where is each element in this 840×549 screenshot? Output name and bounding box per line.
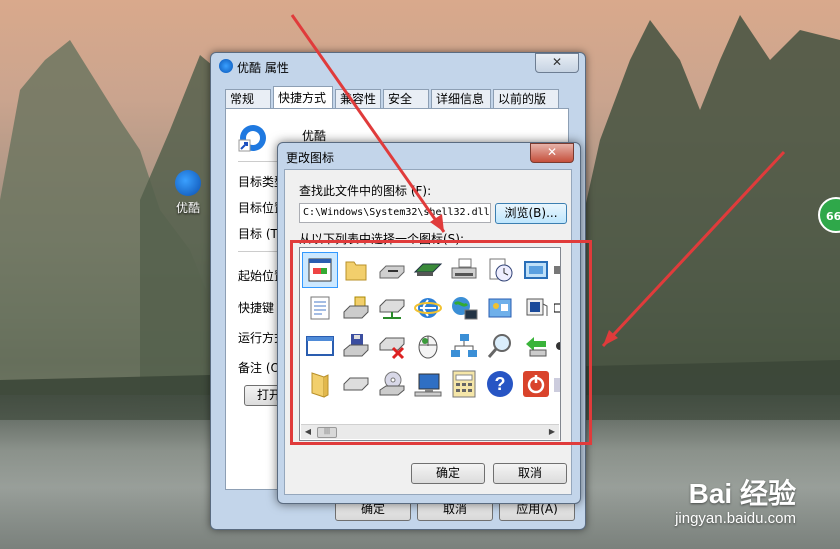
tab-general[interactable]: 常规 (225, 89, 271, 108)
properties-window-title: 优酷 属性 (237, 61, 289, 75)
watermark-url: jingyan.baidu.com (675, 510, 796, 527)
change-icon-title: 更改图标 (286, 151, 335, 165)
divider (238, 161, 278, 162)
tab-previous-versions[interactable]: 以前的版本 (493, 89, 559, 125)
youku-shortcut-icon (238, 125, 266, 152)
browse-button[interactable]: 浏览(B)... (495, 203, 567, 224)
desktop-shortcut-youku[interactable]: 优酷 (166, 170, 210, 216)
label-shortcut-key: 快捷键 (238, 301, 275, 315)
annotation-highlight-box (290, 240, 592, 445)
baidu-jingyan-logo: Bai 经验 (688, 478, 796, 509)
change-icon-close-button[interactable]: ✕ (530, 143, 574, 163)
properties-close-button[interactable]: ✕ (535, 53, 579, 73)
tab-shortcut[interactable]: 快捷方式 (273, 86, 333, 109)
change-icon-ok-button[interactable]: 确定 (411, 463, 485, 484)
label-target: 目标 (T (238, 227, 278, 241)
youku-title-icon (219, 59, 233, 73)
tab-security[interactable]: 安全 (383, 89, 429, 108)
label-comment: 备注 (O (238, 361, 280, 375)
change-icon-cancel-button[interactable]: 取消 (493, 463, 567, 484)
youku-app-icon (175, 170, 201, 196)
tab-details[interactable]: 详细信息 (431, 89, 491, 108)
tab-compatibility[interactable]: 兼容性 (335, 89, 381, 108)
icon-file-path-input[interactable]: C:\Windows\System32\shell32.dll (299, 203, 491, 223)
divider (238, 251, 278, 252)
baidu-watermark: Bai 经验 jingyan.baidu.com (675, 472, 796, 527)
search-file-label: 查找此文件中的图标 (F): (299, 184, 432, 198)
desktop-shortcut-label: 优酷 (175, 201, 200, 215)
